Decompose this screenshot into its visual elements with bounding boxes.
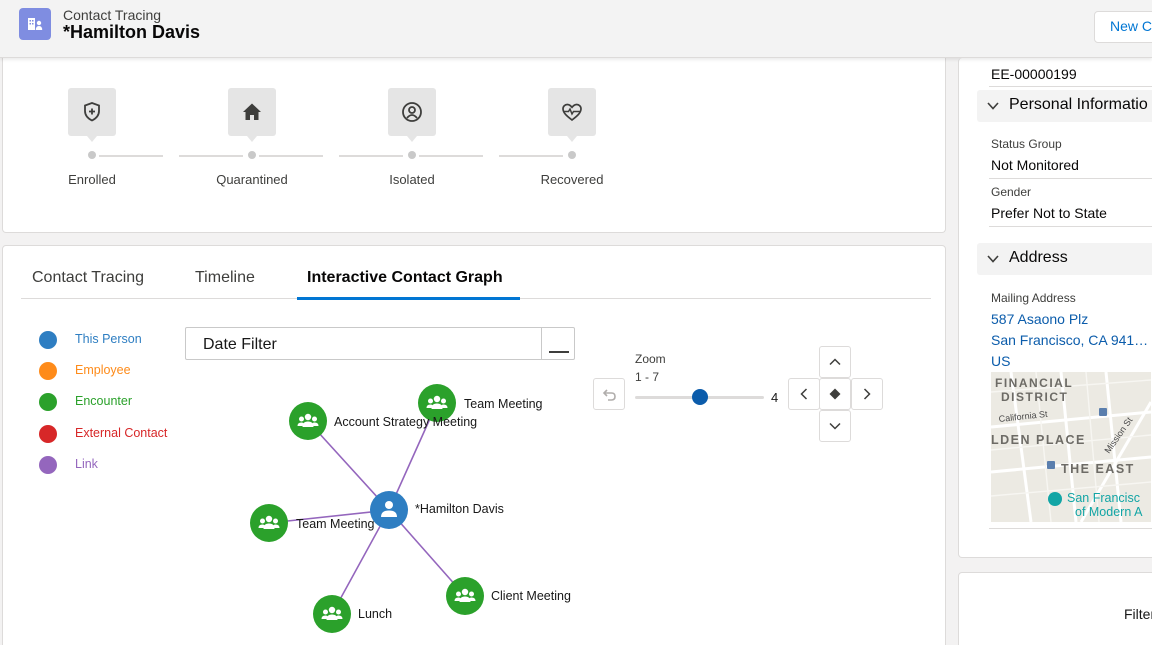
path-step-marker	[88, 151, 96, 159]
path-step-enrolled[interactable]: Enrolled	[3, 88, 163, 198]
pan-left-button[interactable]	[788, 378, 820, 410]
diamond-icon	[829, 388, 841, 400]
transit-icon	[1099, 408, 1107, 416]
graph-node-lunch[interactable]: Lunch	[313, 595, 392, 633]
record-details-panel: EE-00000199 Personal Informatio Status G…	[958, 58, 1152, 558]
path-connector	[419, 155, 483, 157]
pan-down-button[interactable]	[819, 410, 851, 442]
graph-node-label: Team Meeting	[464, 397, 543, 411]
chevron-down-icon	[829, 422, 841, 430]
home-icon	[228, 88, 276, 142]
address-city-link[interactable]: San Francisco, CA 941…	[991, 332, 1148, 348]
address-map[interactable]: FINANCIAL DISTRICT California St LDEN PL…	[991, 372, 1151, 522]
path-step-label: Recovered	[540, 172, 604, 187]
status-group-label: Status Group	[991, 137, 1062, 151]
path-connector	[99, 155, 163, 157]
pan-right-button[interactable]	[851, 378, 883, 410]
path-connector	[339, 155, 403, 157]
status-path-card: Enrolled Quarantined Isolated Recovered	[2, 58, 946, 233]
gender-value: Prefer Not to State	[991, 205, 1107, 221]
shield-plus-icon	[68, 88, 116, 142]
divider	[989, 226, 1152, 227]
undo-button[interactable]	[593, 378, 625, 410]
path-connector	[499, 155, 563, 157]
divider	[989, 178, 1152, 179]
graph-node-label: *Hamilton Davis	[415, 502, 504, 516]
chevron-right-icon	[863, 388, 871, 400]
graph-node-team-meeting-left[interactable]: Team Meeting	[250, 504, 375, 542]
graph-node-label: Team Meeting	[296, 517, 375, 531]
path-step-recovered[interactable]: Recovered	[483, 88, 643, 198]
filter-label: Filter	[1124, 606, 1152, 622]
pan-up-button[interactable]	[819, 346, 851, 378]
map-label-place: LDEN PLACE	[991, 433, 1086, 447]
status-group-value: Not Monitored	[991, 157, 1079, 173]
object-type-label: Contact Tracing	[63, 7, 162, 23]
mailing-address-label: Mailing Address	[991, 291, 1076, 305]
map-label-district1: FINANCIAL	[995, 376, 1073, 390]
undo-icon	[602, 389, 616, 401]
section-title: Address	[1009, 249, 1068, 266]
path-step-label: Quarantined	[216, 172, 288, 187]
chevron-down-icon	[987, 102, 999, 110]
graph-node-client-meeting[interactable]: Client Meeting	[446, 577, 571, 615]
contact-graph-card: Contact Tracing Timeline Interactive Con…	[2, 245, 946, 645]
path-step-quarantined[interactable]: Quarantined	[163, 88, 323, 198]
section-address[interactable]: Address	[977, 243, 1152, 275]
transit-icon	[1047, 461, 1055, 469]
zoom-value: 4	[771, 390, 779, 405]
path-step-label: Isolated	[389, 172, 435, 187]
contact-tracing-object-icon	[19, 8, 51, 40]
zoom-range: 1 - 7	[635, 370, 660, 384]
path-connector	[259, 155, 323, 157]
divider	[989, 528, 1152, 529]
map-label-the-east: THE EAST	[1061, 462, 1135, 476]
path-connector	[179, 155, 243, 157]
graph-node-label: Account Strategy Meeting	[334, 415, 477, 429]
path-step-label: Enrolled	[68, 172, 116, 187]
center-view-button[interactable]	[819, 378, 851, 410]
map-label-museum1: San Francisc	[1067, 491, 1140, 505]
address-street-link[interactable]: 587 Asaono Plz	[991, 311, 1088, 327]
employee-id-value: EE-00000199	[991, 66, 1077, 82]
section-personal-information[interactable]: Personal Informatio	[977, 90, 1152, 122]
gender-label: Gender	[991, 185, 1032, 199]
path-step-isolated[interactable]: Isolated	[323, 88, 483, 198]
path-step-marker	[568, 151, 576, 159]
record-header: Contact Tracing *Hamilton Davis New Co	[0, 0, 1152, 58]
filter-panel: Filter	[958, 572, 1152, 645]
person-circle-icon	[388, 88, 436, 142]
new-contact-button[interactable]: New Co	[1094, 11, 1152, 43]
museum-pin-icon	[1048, 492, 1062, 506]
divider	[989, 86, 1152, 87]
zoom-slider[interactable]	[635, 389, 764, 405]
zoom-slider-thumb[interactable]	[691, 389, 708, 405]
section-title: Personal Informatio	[1009, 96, 1148, 113]
zoom-label: Zoom	[635, 352, 666, 366]
chevron-down-icon	[987, 255, 999, 263]
chevron-left-icon	[800, 388, 808, 400]
map-label-district2: DISTRICT	[1001, 390, 1068, 404]
heart-pulse-icon	[548, 88, 596, 142]
graph-node-label: Lunch	[358, 607, 392, 621]
chevron-up-icon	[829, 358, 841, 366]
record-name: *Hamilton Davis	[63, 22, 201, 42]
path-step-marker	[408, 151, 416, 159]
graph-node-label: Client Meeting	[491, 589, 571, 603]
path-step-marker	[248, 151, 256, 159]
address-country-link[interactable]: US	[991, 353, 1010, 369]
graph-node-this-person[interactable]: *Hamilton Davis	[370, 491, 504, 529]
contact-graph[interactable]: Team Meeting Account Strategy Meeting Te…	[3, 246, 947, 645]
map-label-museum2: of Modern A	[1075, 505, 1143, 519]
